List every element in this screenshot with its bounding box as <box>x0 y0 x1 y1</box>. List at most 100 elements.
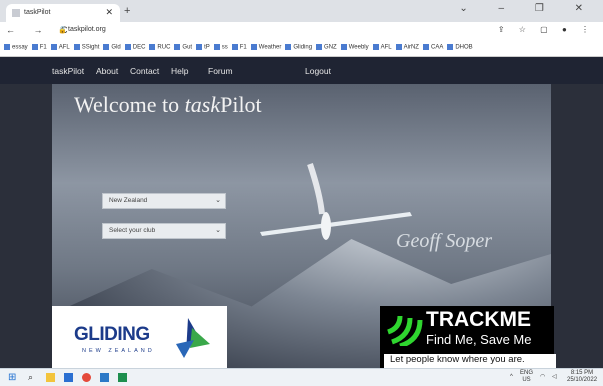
bookmark-item[interactable]: essay <box>4 44 28 51</box>
bookmark-label: F1 <box>239 44 247 51</box>
store-icon[interactable] <box>64 373 73 382</box>
bookmark-favicon-icon <box>50 44 57 50</box>
chevron-down-icon: ⌄ <box>215 197 221 204</box>
bookmark-item[interactable]: tP <box>196 44 210 51</box>
gliding-logo-emblem-icon <box>176 318 210 358</box>
bookmark-favicon-icon <box>213 44 220 50</box>
volume-icon[interactable]: ◁ <box>552 373 557 380</box>
bookmark-label: AFL <box>58 44 70 51</box>
gliding-logo-subtext: NEW ZEALAND <box>82 348 155 354</box>
bookmark-favicon-icon <box>250 44 257 50</box>
page-margin-right <box>551 84 603 368</box>
bookmark-item[interactable]: Gut <box>174 44 192 51</box>
signal-waves-icon <box>387 315 423 346</box>
bookmark-label: CAA <box>430 44 444 51</box>
bookmark-label: tP <box>204 44 210 51</box>
bookmark-label: Weather <box>258 44 282 51</box>
bookmark-label: Gld <box>111 44 121 51</box>
network-icon[interactable]: ◠ <box>540 373 545 380</box>
bookmark-label: DEC <box>132 44 146 51</box>
nav-help[interactable]: Help <box>171 66 188 76</box>
bookmark-item[interactable]: Weather <box>250 44 282 51</box>
bookmark-item[interactable]: DHOB <box>447 44 473 51</box>
tab-title: taskPilot <box>24 9 51 16</box>
bookmark-favicon-icon <box>372 44 379 50</box>
bookmark-favicon-icon <box>422 44 429 50</box>
bookmark-favicon-icon <box>31 44 38 50</box>
bookmark-label: essay <box>12 44 28 51</box>
language-indicator[interactable]: ENG US <box>520 370 533 384</box>
country-select[interactable]: New Zealand ⌄ <box>102 193 226 209</box>
address-bar-row: ← → C 🔒 taskpilot.org ⇪ ☆ ▢ ● ⋮ <box>0 22 603 40</box>
bookmark-label: Gliding <box>293 44 313 51</box>
lock-icon: 🔒 <box>58 27 67 34</box>
bookmark-favicon-icon <box>103 44 110 50</box>
bookmark-item[interactable]: ss <box>213 44 228 51</box>
club-select[interactable]: Select your club ⌄ <box>102 223 226 239</box>
bookmark-item[interactable]: GNZ <box>316 44 337 51</box>
tray-chevron-icon[interactable]: ^ <box>510 374 513 380</box>
gliding-nz-logo[interactable]: GLIDING NEW ZEALAND <box>52 306 227 368</box>
bookmark-label: ss <box>221 44 228 51</box>
nav-contact[interactable]: Contact <box>130 66 159 76</box>
country-select-value: New Zealand <box>109 197 148 204</box>
search-icon[interactable]: ⌕ <box>28 372 33 383</box>
nav-forum[interactable]: Forum <box>208 66 233 76</box>
clock[interactable]: 8:15 PM 25/10/2022 <box>567 370 597 384</box>
bookmark-item[interactable]: Gliding <box>285 44 312 51</box>
window-controls[interactable]: ⌄ – ❐ ✕ <box>459 3 597 14</box>
word-icon[interactable] <box>100 373 109 382</box>
nav-brand[interactable]: taskPilot <box>52 66 84 76</box>
trackme-tagline: Find Me, Save Me <box>426 332 532 347</box>
bookmark-item[interactable]: Weebly <box>340 44 369 51</box>
tab-favicon-icon <box>12 9 20 17</box>
windows-taskbar: ⊞ ⌕ ^ ENG US ◠ ◁ 8:15 PM 25/10/2022 <box>0 368 603 386</box>
bookmark-item[interactable]: Gld <box>103 44 121 51</box>
bookmark-item[interactable]: CAA <box>422 44 444 51</box>
club-select-value: Select your club <box>109 227 156 234</box>
bookmark-label: AirNZ <box>403 44 419 51</box>
bookmark-favicon-icon <box>124 44 131 50</box>
bookmark-favicon-icon <box>73 44 80 50</box>
trackme-logo[interactable]: TRACKME Find Me, Save Me Let people know… <box>380 306 556 368</box>
bookmark-item[interactable]: AirNZ <box>395 44 419 51</box>
bookmark-item[interactable]: DEC <box>124 44 146 51</box>
bookmark-favicon-icon <box>174 44 181 50</box>
bookmark-favicon-icon <box>340 44 347 50</box>
bookmark-item[interactable]: AFL <box>50 44 70 51</box>
excel-icon[interactable] <box>118 373 127 382</box>
browser-toolbar-icons[interactable]: ⇪ ☆ ▢ ● ⋮ <box>498 25 595 34</box>
bookmark-label: DHOB <box>455 44 473 51</box>
bookmark-item[interactable]: F1 <box>31 44 47 51</box>
nav-about[interactable]: About <box>96 66 118 76</box>
bookmark-favicon-icon <box>149 44 156 50</box>
hero-banner: Welcome to taskPilot New Zealand ⌄ Selec… <box>0 84 603 368</box>
new-tab-button[interactable]: + <box>124 5 130 17</box>
tab-close-icon[interactable]: ✕ <box>105 7 113 18</box>
bookmark-item[interactable]: AFL <box>372 44 392 51</box>
file-explorer-icon[interactable] <box>46 373 55 382</box>
browser-tab[interactable]: taskPilot ✕ <box>6 4 120 22</box>
bookmark-label: RUC <box>157 44 171 51</box>
trackme-subtitle: Let people know where you are. <box>384 354 556 368</box>
bookmark-label: Weebly <box>348 44 369 51</box>
windows-start-icon[interactable]: ⊞ <box>8 372 16 383</box>
bookmark-label: Gut <box>182 44 193 51</box>
url-field[interactable]: taskpilot.org <box>68 26 106 33</box>
bookmark-label: F1 <box>39 44 47 51</box>
bookmark-favicon-icon <box>231 44 238 50</box>
bookmark-label: AFL <box>380 44 392 51</box>
bookmark-item[interactable]: RUC <box>149 44 170 51</box>
bookmark-favicon-icon <box>447 44 454 50</box>
bookmark-favicon-icon <box>316 44 323 50</box>
bookmark-label: GNZ <box>324 44 337 51</box>
site-nav: taskPilot About Contact Help Forum Logou… <box>0 57 603 84</box>
chrome-icon[interactable] <box>82 373 91 382</box>
bookmarks-bar: essay F1 AFL SSight Gld DEC RUC Gut tP ss F1 Weathe… <box>0 40 603 57</box>
bookmark-favicon-icon <box>395 44 402 50</box>
photographer-signature: Geoff Soper <box>396 230 493 252</box>
bookmark-label: SSight <box>81 44 100 51</box>
bookmark-item[interactable]: F1 <box>231 44 247 51</box>
bookmark-item[interactable]: SSight <box>73 44 100 51</box>
nav-logout[interactable]: Logout <box>305 66 331 76</box>
